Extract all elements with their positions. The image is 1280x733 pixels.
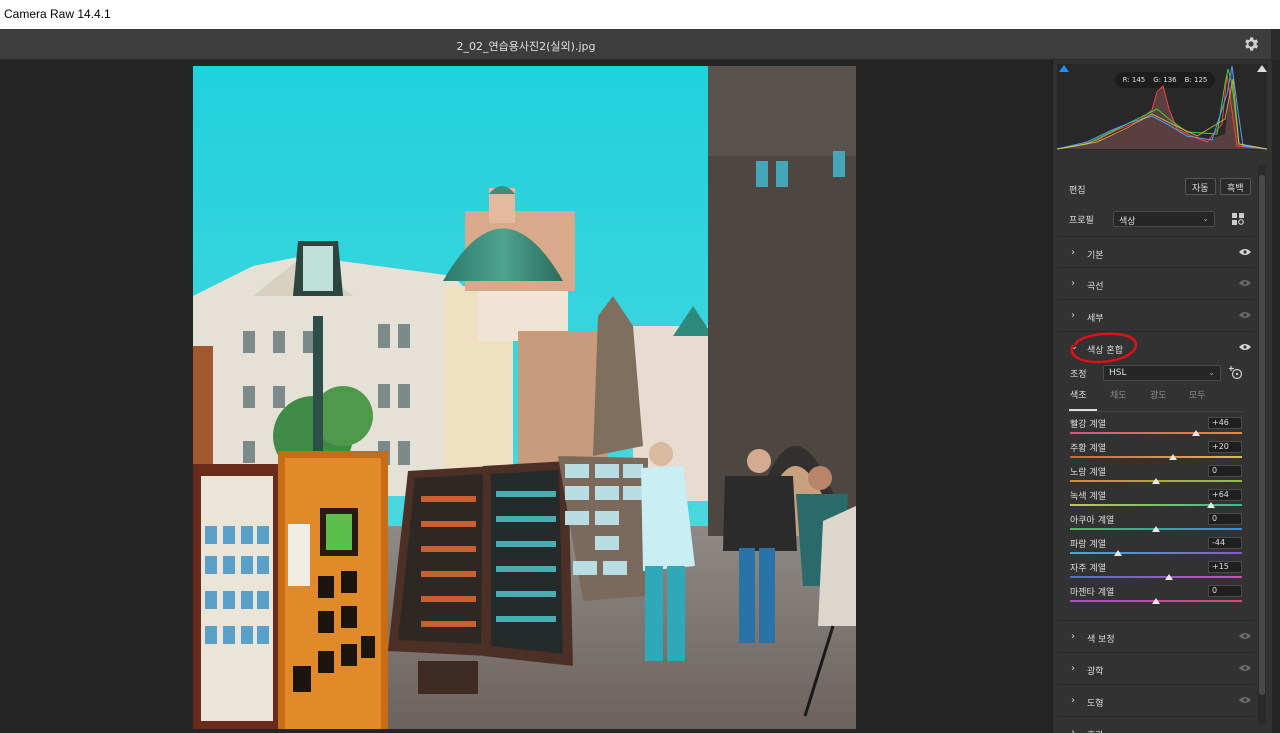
slider-thumb[interactable]	[1207, 502, 1216, 508]
app-title: Camera Raw 14.4.1	[4, 7, 111, 21]
side-toolbar	[1272, 60, 1280, 733]
document-filename: 2_02_연습용사진2(실외).jpg	[456, 40, 596, 53]
slider-value-input[interactable]: 0	[1208, 513, 1242, 525]
tab-hue[interactable]: 색조	[1070, 388, 1087, 401]
slider-value-input[interactable]: 0	[1208, 465, 1242, 477]
slider-thumb[interactable]	[1164, 574, 1173, 580]
slider-value-input[interactable]: +15	[1208, 561, 1242, 573]
chevron-down-icon: ⌄	[1202, 214, 1209, 223]
chevron-right-icon: ›	[1071, 663, 1075, 674]
histogram: R: 145 G: 136 B: 125	[1057, 64, 1267, 150]
section-optics-label: 광학	[1087, 667, 1104, 677]
slider-label: 파랑 계열	[1070, 540, 1106, 550]
presets-grid-icon[interactable]	[1232, 213, 1244, 225]
slider-thumb[interactable]	[1191, 430, 1200, 436]
eye-icon[interactable]	[1239, 279, 1251, 287]
section-basic[interactable]: › 기본	[1057, 236, 1255, 267]
tabs-divider	[1069, 411, 1243, 412]
slider-value-input[interactable]: +46	[1208, 417, 1242, 429]
panel-edge	[1271, 29, 1280, 60]
eye-icon[interactable]	[1239, 248, 1251, 256]
edit-header: 편집 자동 흑백	[1057, 178, 1257, 201]
slider-label: 주황 계열	[1070, 444, 1106, 454]
section-curve-label: 곡선	[1087, 282, 1104, 292]
slider-value-input[interactable]: +20	[1208, 441, 1242, 453]
slider-thumb[interactable]	[1169, 454, 1178, 460]
tab-all[interactable]: 모두	[1189, 388, 1206, 401]
slider-thumb[interactable]	[1152, 478, 1160, 484]
chevron-right-icon: ›	[1071, 247, 1075, 258]
adjust-dropdown[interactable]: HSL ⌄	[1103, 365, 1221, 381]
chevron-down-icon: ⌄	[1208, 368, 1215, 377]
chevron-right-icon: ›	[1071, 278, 1075, 289]
section-color-grading-label: 색 보정	[1087, 635, 1115, 645]
slider-thumb[interactable]	[1152, 598, 1160, 604]
slider-label: 노랑 계열	[1070, 468, 1106, 478]
gear-icon[interactable]	[1242, 35, 1260, 53]
tab-luminance[interactable]: 광도	[1150, 388, 1167, 401]
section-optics[interactable]: › 광학	[1057, 652, 1255, 683]
auto-button[interactable]: 자동	[1185, 178, 1216, 195]
slider-value-input[interactable]: -44	[1208, 537, 1242, 549]
histogram-curves	[1057, 65, 1267, 150]
eye-icon[interactable]	[1239, 632, 1251, 640]
eye-icon[interactable]	[1239, 343, 1251, 351]
slider-track[interactable]	[1070, 456, 1242, 458]
edit-title: 편집	[1069, 186, 1086, 196]
adjust-label: 조정	[1070, 370, 1087, 380]
slider-value-input[interactable]: 0	[1208, 585, 1242, 597]
section-basic-label: 기본	[1087, 251, 1104, 261]
window-titlebar: Camera Raw 14.4.1	[0, 0, 1280, 29]
section-geometry-label: 도형	[1087, 699, 1104, 709]
slider-thumb[interactable]	[1152, 526, 1160, 532]
slider-label: 마젠타 계열	[1070, 588, 1115, 598]
section-effects[interactable]: › 효과	[1057, 716, 1255, 733]
profile-row: 프로필 색상 ⌄	[1057, 210, 1257, 230]
tab-saturation[interactable]: 채도	[1110, 388, 1127, 401]
section-geometry[interactable]: › 도형	[1057, 684, 1255, 715]
profile-dropdown[interactable]: 색상 ⌄	[1113, 211, 1215, 227]
panel-scrollbar[interactable]	[1258, 165, 1266, 725]
slider-track[interactable]	[1070, 552, 1242, 554]
adjust-value: HSL	[1109, 368, 1127, 378]
section-detail[interactable]: › 세부	[1057, 299, 1255, 330]
slider-label: 자주 계열	[1070, 564, 1106, 574]
profile-label: 프로필	[1069, 216, 1094, 226]
slider-track[interactable]	[1070, 576, 1242, 578]
black-white-button[interactable]: 흑백	[1220, 178, 1251, 195]
section-curve[interactable]: › 곡선	[1057, 267, 1255, 298]
target-adjust-icon[interactable]	[1229, 366, 1243, 380]
profile-value: 색상	[1119, 217, 1136, 227]
slider-value-input[interactable]: +64	[1208, 489, 1242, 501]
section-color-grading[interactable]: › 색 보정	[1057, 620, 1255, 651]
slider-track[interactable]	[1070, 504, 1242, 506]
eye-icon[interactable]	[1239, 311, 1251, 319]
chevron-right-icon: ›	[1071, 695, 1075, 706]
slider-label: 녹색 계열	[1070, 492, 1106, 502]
red-annotation-circle	[1070, 332, 1138, 364]
slider-thumb[interactable]	[1114, 550, 1123, 556]
chevron-right-icon: ›	[1071, 631, 1075, 642]
document-bar: 2_02_연습용사진2(실외).jpg	[0, 29, 1280, 60]
mixer-adjust-row: 조정 HSL ⌄	[1057, 364, 1257, 384]
slider-track[interactable]	[1070, 432, 1242, 434]
eye-icon[interactable]	[1239, 664, 1251, 672]
slider-label: 아쿠아 계열	[1070, 516, 1115, 526]
eye-icon[interactable]	[1239, 696, 1251, 704]
section-effects-label: 효과	[1087, 728, 1104, 733]
right-edit-panel: R: 145 G: 136 B: 125 편집 자동 흑백 프로필 색상 ⌄ ›…	[1052, 60, 1272, 733]
image-canvas[interactable]	[0, 60, 1052, 733]
slider-label: 빨강 계열	[1070, 420, 1106, 430]
preview-photo	[193, 66, 856, 729]
chevron-right-icon: ›	[1071, 310, 1075, 321]
scrollbar-thumb[interactable]	[1259, 175, 1265, 695]
chevron-right-icon: ›	[1071, 727, 1075, 733]
section-detail-label: 세부	[1087, 314, 1104, 324]
